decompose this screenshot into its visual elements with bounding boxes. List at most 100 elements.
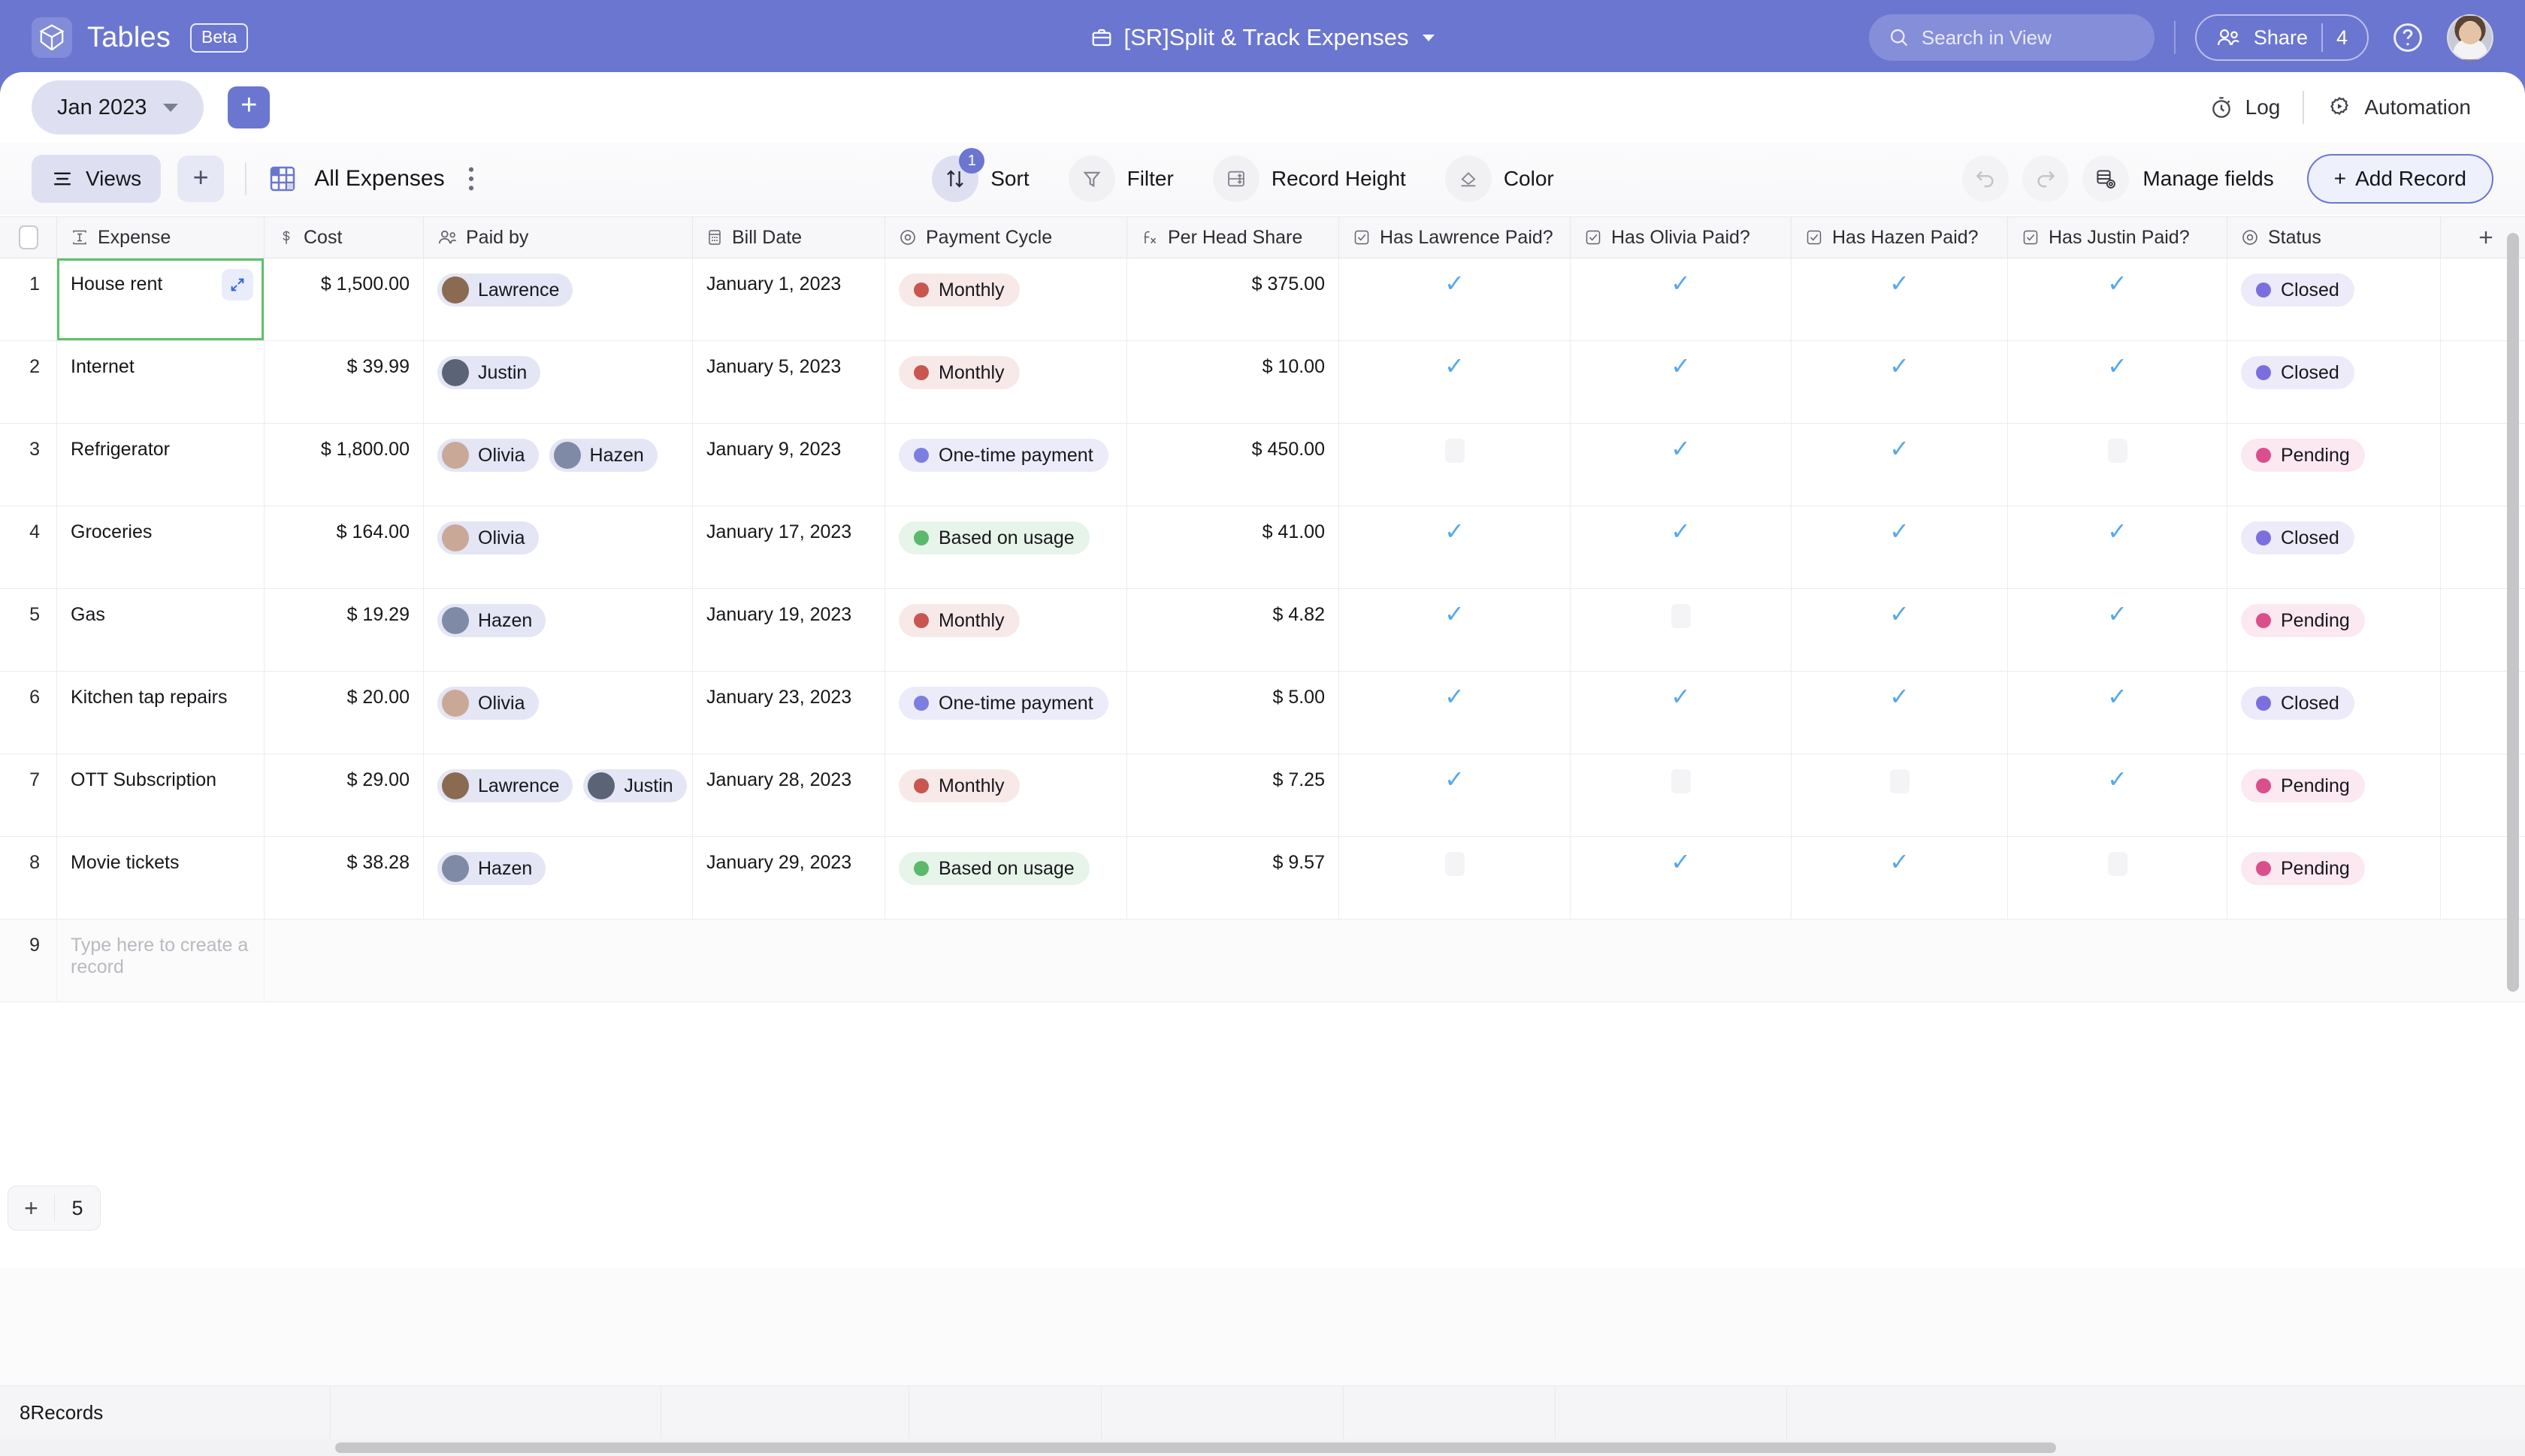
share-button[interactable]: Share 4	[2195, 14, 2369, 61]
record-height-button[interactable]: Record Height	[1213, 156, 1445, 202]
cell-expense[interactable]: Refrigerator	[57, 424, 265, 506]
cell-status[interactable]: Closed	[2227, 341, 2441, 423]
cell-bill-date[interactable]: January 5, 2023	[693, 341, 885, 423]
option-pill[interactable]: Closed	[2241, 356, 2354, 389]
color-button[interactable]: Color	[1445, 156, 1593, 202]
brand[interactable]: Tables Beta	[32, 17, 248, 58]
checkbox-cell-olivia[interactable]: ✓	[1571, 258, 1792, 340]
checkbox-cell-lawrence[interactable]: ✓	[1339, 506, 1571, 588]
table-row[interactable]: 8Movie tickets$ 38.28HazenJanuary 29, 20…	[0, 837, 2525, 920]
new-record-input[interactable]: Type here to create a record	[57, 920, 265, 1001]
checkbox-cell-justin[interactable]: ✓	[2008, 506, 2227, 588]
cell-payment-cycle[interactable]: Monthly	[885, 589, 1127, 671]
cell-bill-date[interactable]: January 28, 2023	[693, 754, 885, 836]
select-all-checkbox[interactable]	[0, 217, 57, 258]
checkbox-cell-olivia[interactable]: ✓	[1571, 506, 1792, 588]
checkbox-cell-lawrence[interactable]: ✓	[1339, 589, 1571, 671]
cell-cost[interactable]: $ 39.99	[265, 341, 424, 423]
kebab-menu-icon[interactable]	[467, 166, 475, 192]
checkbox-cell-justin[interactable]: ✓	[2008, 589, 2227, 671]
checkbox-cell-justin[interactable]: ✓	[2008, 672, 2227, 754]
checkbox-cell-justin[interactable]	[2008, 424, 2227, 506]
column-header-lawrence-paid[interactable]: Has Lawrence Paid?	[1339, 217, 1571, 258]
horizontal-scrollbar-thumb[interactable]	[335, 1442, 2056, 1453]
cell-bill-date[interactable]: January 29, 2023	[693, 837, 885, 919]
column-header-paid-by[interactable]: Paid by	[424, 217, 693, 258]
cell-paid-by[interactable]: OliviaHazen	[424, 424, 693, 506]
add-view-button[interactable]: +	[177, 156, 224, 202]
cell-status[interactable]: Pending	[2227, 589, 2441, 671]
cell-payment-cycle[interactable]: Based on usage	[885, 837, 1127, 919]
column-header-olivia-paid[interactable]: Has Olivia Paid?	[1571, 217, 1792, 258]
checkbox-cell-olivia[interactable]: ✓	[1571, 837, 1792, 919]
checkbox-cell-olivia[interactable]	[1571, 754, 1792, 836]
option-pill[interactable]: Monthly	[899, 356, 1020, 389]
cell-expense[interactable]: Gas	[57, 589, 265, 671]
cell-bill-date[interactable]: January 19, 2023	[693, 589, 885, 671]
cell-cost[interactable]: $ 38.28	[265, 837, 424, 919]
cell-paid-by[interactable]: Lawrence	[424, 258, 693, 340]
filter-button[interactable]: Filter	[1069, 156, 1213, 202]
checkbox-cell-lawrence[interactable]: ✓	[1339, 341, 1571, 423]
cell-paid-by[interactable]: Olivia	[424, 672, 693, 754]
cell-bill-date[interactable]: January 1, 2023	[693, 258, 885, 340]
checkbox-cell-lawrence[interactable]: ✓	[1339, 672, 1571, 754]
automation-button[interactable]: Automation	[2304, 95, 2493, 120]
checkbox-cell-lawrence[interactable]	[1339, 837, 1571, 919]
cell-status[interactable]: Pending	[2227, 754, 2441, 836]
cell-status[interactable]: Closed	[2227, 506, 2441, 588]
cell-bill-date[interactable]: January 23, 2023	[693, 672, 885, 754]
cell-payment-cycle[interactable]: One-time payment	[885, 424, 1127, 506]
cell-paid-by[interactable]: LawrenceJustin	[424, 754, 693, 836]
checkbox-cell-lawrence[interactable]: ✓	[1339, 754, 1571, 836]
option-pill[interactable]: Monthly	[899, 273, 1020, 307]
cell-status[interactable]: Pending	[2227, 837, 2441, 919]
plus-icon[interactable]: +	[8, 1195, 55, 1222]
checkbox-cell-justin[interactable]	[2008, 837, 2227, 919]
sort-button[interactable]: 1 Sort	[932, 156, 1068, 202]
checkbox-cell-justin[interactable]: ✓	[2008, 754, 2227, 836]
table-row[interactable]: 1House rent$ 1,500.00LawrenceJanuary 1, …	[0, 258, 2525, 341]
redo-button[interactable]	[2022, 156, 2069, 202]
column-header-cost[interactable]: Cost	[265, 217, 424, 258]
cell-expense[interactable]: Groceries	[57, 506, 265, 588]
undo-button[interactable]	[1962, 156, 2009, 202]
option-pill[interactable]: Pending	[2241, 604, 2365, 637]
cell-expense[interactable]: House rent	[57, 258, 265, 340]
checkbox-cell-olivia[interactable]: ✓	[1571, 672, 1792, 754]
new-record-rest[interactable]	[265, 920, 2519, 1001]
checkbox-cell-hazen[interactable]	[1792, 754, 2008, 836]
option-pill[interactable]: Closed	[2241, 687, 2354, 720]
option-pill[interactable]: Closed	[2241, 521, 2354, 554]
cell-payment-cycle[interactable]: Monthly	[885, 754, 1127, 836]
option-pill[interactable]: One-time payment	[899, 439, 1108, 472]
table-row[interactable]: 4Groceries$ 164.00OliviaJanuary 17, 2023…	[0, 506, 2525, 589]
option-pill[interactable]: Based on usage	[899, 852, 1090, 885]
option-pill[interactable]: One-time payment	[899, 687, 1108, 720]
help-button[interactable]	[2391, 21, 2424, 54]
cell-cost[interactable]: $ 164.00	[265, 506, 424, 588]
checkbox-cell-hazen[interactable]: ✓	[1792, 506, 2008, 588]
column-header-bill-date[interactable]: Bill Date	[693, 217, 885, 258]
cell-expense[interactable]: Movie tickets	[57, 837, 265, 919]
checkbox-cell-hazen[interactable]: ✓	[1792, 672, 2008, 754]
checkbox-cell-hazen[interactable]: ✓	[1792, 258, 2008, 340]
cell-status[interactable]: Pending	[2227, 424, 2441, 506]
column-header-payment-cycle[interactable]: Payment Cycle	[885, 217, 1127, 258]
checkbox-cell-olivia[interactable]: ✓	[1571, 424, 1792, 506]
person-chip[interactable]: Olivia	[437, 687, 539, 720]
cell-paid-by[interactable]: Olivia	[424, 506, 693, 588]
cell-paid-by[interactable]: Hazen	[424, 837, 693, 919]
cell-cost[interactable]: $ 29.00	[265, 754, 424, 836]
checkbox-cell-lawrence[interactable]: ✓	[1339, 258, 1571, 340]
add-rows-count[interactable]: 5	[55, 1197, 100, 1220]
expand-record-icon[interactable]	[222, 269, 253, 301]
views-button[interactable]: Views	[32, 155, 161, 203]
person-chip[interactable]: Lawrence	[437, 273, 573, 307]
checkbox-cell-hazen[interactable]: ✓	[1792, 424, 2008, 506]
person-chip[interactable]: Justin	[437, 356, 540, 389]
checkbox-cell-justin[interactable]: ✓	[2008, 258, 2227, 340]
cell-status[interactable]: Closed	[2227, 672, 2441, 754]
person-chip[interactable]: Olivia	[437, 439, 539, 472]
new-record-row[interactable]: 9Type here to create a record	[0, 920, 2525, 1002]
